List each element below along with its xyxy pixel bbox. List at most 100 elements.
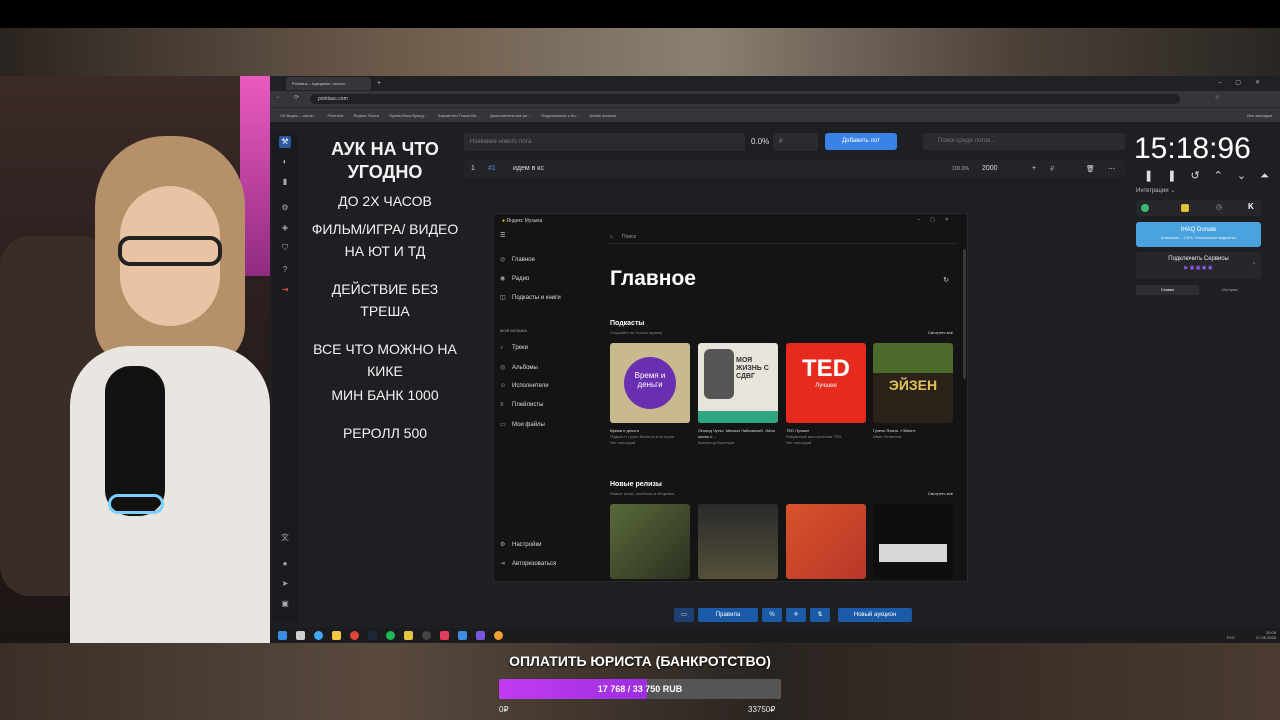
bookmark-item[interactable]: VK Видео – смотр…: [280, 113, 318, 118]
telegram-icon[interactable]: ➤: [279, 578, 291, 590]
app-icon[interactable]: [494, 631, 503, 640]
start-icon[interactable]: [278, 631, 287, 640]
layers-icon[interactable]: ◈: [279, 222, 291, 234]
toggle-icon[interactable]: ▭: [674, 608, 694, 622]
bookmark-item[interactable]: Дополнительные ре…: [490, 113, 531, 118]
release-cover[interactable]: [610, 504, 690, 579]
down-icon[interactable]: ⌄: [1237, 170, 1260, 182]
connect-services-button[interactable]: Подключить Сервисы ▶ ▣ ▣ ▣ ▣ ›: [1136, 252, 1261, 279]
ym-search-input[interactable]: ⌕ Поиск: [608, 230, 956, 244]
lot-search-input[interactable]: Поиск среди лотов...: [923, 133, 1125, 150]
podcasts-see-all[interactable]: Смотреть всё: [928, 330, 953, 335]
new-tab-icon[interactable]: +: [377, 80, 381, 87]
release-cover[interactable]: [786, 504, 866, 579]
ym-scrollbar[interactable]: [963, 249, 966, 379]
more-icon[interactable]: ⋯: [1108, 165, 1115, 173]
trash-icon[interactable]: 🗑: [1086, 165, 1095, 173]
sort-icon[interactable]: ⇅: [810, 608, 830, 622]
user-icon[interactable]: ▣: [279, 598, 291, 610]
release-cover[interactable]: [698, 504, 778, 579]
ym-nav-podcasts[interactable]: ◫ Подкасты и книги: [500, 294, 561, 301]
star-icon[interactable]: ☆: [1215, 94, 1220, 101]
ym-nav-settings[interactable]: ⚙ Настройки: [500, 541, 541, 548]
telegram-icon[interactable]: [458, 631, 467, 640]
release-cover[interactable]: [873, 504, 953, 579]
all-bookmarks[interactable]: Все закладки: [1247, 113, 1272, 118]
new-releases-see-all[interactable]: Смотреть всё: [928, 491, 953, 496]
ym-nav-artists[interactable]: ☺ Исполнители: [500, 383, 549, 389]
bookmark-item[interactable]: Oplata Илья Бульд…: [389, 113, 428, 118]
podcasts-subtitle: Слушайте не только музыку: [610, 330, 663, 335]
ym-nav-tracks[interactable]: ♪ Треки: [500, 345, 528, 351]
lot-row[interactable]: 1 #1 идем в кс 100.0% 2000 + ₽ 🗑 ⋯: [464, 160, 1125, 178]
stats-icon[interactable]: ▮: [279, 176, 291, 188]
bookmark-item[interactable]: Pinterest: [328, 113, 344, 118]
percent-button[interactable]: %: [762, 608, 782, 622]
github-icon[interactable]: ●: [279, 558, 291, 570]
lot-name-input[interactable]: Название нового лота: [464, 133, 745, 151]
browser-tab[interactable]: Pointauc – Аукционы, голосо…: [286, 77, 371, 90]
steam-icon[interactable]: [368, 631, 377, 640]
add-lot-button[interactable]: Добавить лот: [825, 133, 897, 150]
edge-icon[interactable]: [314, 631, 323, 640]
spotify-icon[interactable]: [386, 631, 395, 640]
new-auction-button[interactable]: Новый аукцион: [838, 608, 912, 622]
ym-nav-files[interactable]: ▭ Мои файлы: [500, 421, 545, 428]
logout-icon[interactable]: ⇥: [279, 284, 291, 296]
ym-nav-login[interactable]: ⇥ Авторизоваться: [500, 560, 556, 567]
url-field[interactable]: pointauc.com: [310, 94, 1180, 104]
bookmark-item[interactable]: Adobe Acrobat: [590, 113, 616, 118]
ym-nav-radio[interactable]: ◉ Радио: [500, 275, 529, 282]
bookmark-item[interactable]: Подключение к Бо…: [541, 113, 579, 118]
ihaq-donate-button[interactable]: IHAQ Donate Комиссия – 3,5%. Уникальные …: [1136, 222, 1261, 247]
top-icon[interactable]: ⏶: [1260, 170, 1280, 182]
app-icon[interactable]: [440, 631, 449, 640]
obs-icon[interactable]: [422, 631, 431, 640]
up-icon[interactable]: ⌃: [1214, 170, 1237, 182]
refresh-icon[interactable]: ↻: [943, 276, 949, 284]
app-icon[interactable]: [404, 631, 413, 640]
explorer-icon[interactable]: [332, 631, 341, 640]
task-view-icon[interactable]: [296, 631, 305, 640]
kick-icon[interactable]: K: [1248, 202, 1254, 211]
rules-button[interactable]: Правила: [698, 608, 758, 622]
lot-percent-value: 100.0%: [952, 166, 969, 172]
auction-icon[interactable]: ⚒: [279, 136, 291, 148]
integrations-toggles[interactable]: ◷ K: [1136, 200, 1261, 216]
podcast-cover[interactable]: TED Лучшее: [786, 343, 866, 423]
tab-history[interactable]: История: [1199, 285, 1262, 295]
translate-icon[interactable]: 文: [279, 532, 291, 544]
donate-icon[interactable]: [1181, 204, 1189, 212]
wheel-icon[interactable]: ◐: [279, 156, 291, 168]
lot-amount-input[interactable]: ₽: [773, 133, 818, 151]
ym-nav-main[interactable]: ◎ Главное: [500, 256, 535, 263]
podcast-cover[interactable]: ЭЙЗЕН: [873, 343, 953, 423]
podcast-cover[interactable]: МОЯ ЖИЗНЬ С СДВГ: [698, 343, 778, 423]
podcast-cover[interactable]: Время и деньги: [610, 343, 690, 423]
ym-nav-albums[interactable]: ◎ Альбомы: [500, 364, 538, 371]
ym-nav-playlists[interactable]: ≡ Плейлисты: [500, 402, 543, 408]
back-icon[interactable]: ←: [276, 94, 282, 100]
window-controls[interactable]: –▢✕: [1218, 79, 1274, 86]
bookmark-item[interactable]: Яндекс Почта: [353, 113, 379, 118]
clock-icon[interactable]: ◷: [1216, 203, 1222, 211]
help-icon[interactable]: ?: [279, 264, 291, 276]
ym-window-controls[interactable]: –▢✕: [917, 217, 959, 223]
system-tray[interactable]: РУС 20:05 07.05.2026: [1227, 630, 1276, 640]
chrome-icon[interactable]: [350, 631, 359, 640]
bookmark-item[interactable]: Чарлинтен Гошко Ва…: [438, 113, 480, 118]
settings-icon[interactable]: ⚙: [279, 202, 291, 214]
artist-icon: ☺: [500, 383, 507, 389]
reset-icon[interactable]: ↺: [1190, 170, 1213, 182]
discord-icon[interactable]: [476, 631, 485, 640]
toggle-icon[interactable]: [1141, 204, 1149, 212]
menu-icon[interactable]: ☰: [500, 232, 505, 239]
tab-bets[interactable]: Ставки: [1136, 285, 1199, 295]
plus-icon[interactable]: +: [1032, 165, 1036, 172]
currency-icon[interactable]: ₽: [1050, 165, 1054, 173]
plus-minus-icon[interactable]: ✛: [786, 608, 806, 622]
shield-icon[interactable]: ⛉: [279, 242, 291, 254]
integrations-label[interactable]: Интеграции ⌄: [1136, 187, 1175, 194]
reload-icon[interactable]: ⟳: [294, 94, 299, 101]
pause-icon[interactable]: ❚❚: [1144, 170, 1190, 182]
